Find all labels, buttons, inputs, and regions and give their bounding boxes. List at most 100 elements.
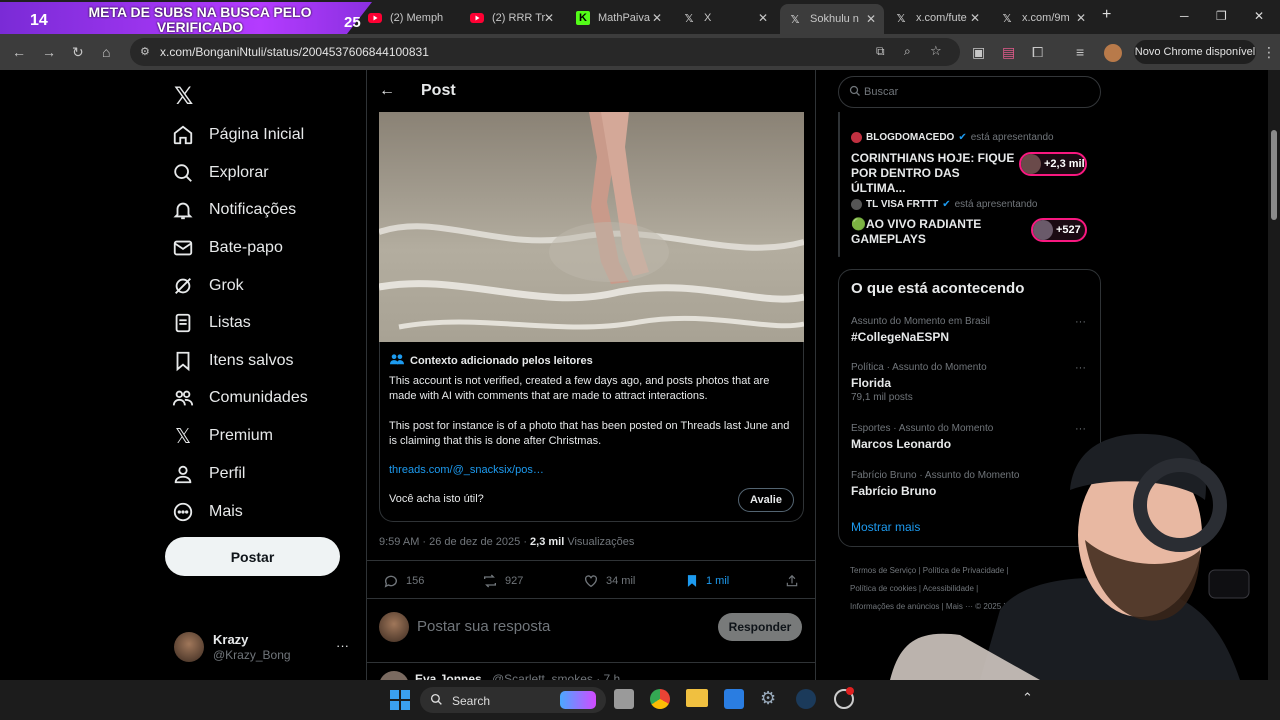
live-host: BLOGDOMACEDO ✔ está apresentando xyxy=(851,132,1054,143)
sidebar-item-label: Perfil xyxy=(209,465,246,482)
sidebar-item-explore[interactable]: Explorar xyxy=(172,156,269,190)
close-icon[interactable]: ✕ xyxy=(866,12,876,26)
bookmark-stat[interactable]: 1 mil xyxy=(685,573,729,589)
note-source-link[interactable]: threads.com/@_snacksix/pos… xyxy=(389,464,544,476)
minimize-button[interactable]: ─ xyxy=(1180,9,1189,23)
site-info-icon[interactable]: ⚙ xyxy=(140,45,150,58)
reply-button[interactable]: Responder xyxy=(718,613,802,641)
live-listeners-pill[interactable]: +2,3 mil xyxy=(1019,152,1087,176)
sidebar-item-label: Premium xyxy=(209,427,274,444)
post-timestamp: 9:59 AM · 26 de dez de 2025 · 2,3 mil Vi… xyxy=(379,536,634,548)
sidebar-item-profile[interactable]: Perfil xyxy=(172,457,245,491)
x-logo-icon[interactable]: 𝕏 xyxy=(174,82,193,111)
extension-icon[interactable]: ▤ xyxy=(1002,44,1015,61)
reply-stat[interactable]: 156 xyxy=(383,573,424,589)
close-icon[interactable]: ✕ xyxy=(1076,11,1086,25)
forward-arrow-icon[interactable]: → xyxy=(42,44,56,60)
close-icon[interactable]: ✕ xyxy=(758,11,768,25)
browser-tab[interactable]: 𝕏 X ✕ xyxy=(674,5,776,31)
extension-icon[interactable]: ▣ xyxy=(972,44,985,61)
profile-avatar[interactable] xyxy=(1104,44,1122,62)
browser-tab[interactable]: (2) RRR Tr ✕ xyxy=(462,5,562,31)
sidebar-item-more[interactable]: Mais xyxy=(172,495,243,529)
kick-icon: K xyxy=(576,11,590,25)
host-status: está apresentando xyxy=(970,132,1054,143)
more-icon[interactable]: ··· xyxy=(336,638,349,653)
live-title[interactable]: 🟢AO VIVO RADIANTE GAMEPLAYS xyxy=(851,217,1016,247)
close-icon[interactable]: ✕ xyxy=(970,11,980,25)
home-icon[interactable]: ⌂ xyxy=(102,44,110,60)
taskbar-search[interactable]: Search xyxy=(420,687,606,713)
new-tab-button[interactable]: + xyxy=(1102,6,1111,24)
live-listeners-pill[interactable]: +527 xyxy=(1031,218,1087,242)
more-icon[interactable]: ··· xyxy=(1075,316,1086,328)
back-arrow-icon[interactable]: ← xyxy=(12,44,26,60)
chrome-icon[interactable] xyxy=(650,689,670,709)
install-app-icon[interactable]: ⧉ xyxy=(876,44,885,59)
sidebar-item-messages[interactable]: Bate-papo xyxy=(172,231,283,265)
sidebar-item-label: Itens salvos xyxy=(209,352,294,369)
sidebar-item-premium[interactable]: 𝕏 Premium xyxy=(172,419,273,453)
avatar xyxy=(379,612,409,642)
post-detail-column: ← Post Contexto adicionado pelos leitore… xyxy=(366,70,816,680)
sidebar-item-label: Comunidades xyxy=(209,389,308,406)
search-input[interactable]: Buscar xyxy=(838,76,1101,108)
trends-title: O que está acontecendo xyxy=(851,280,1025,297)
repost-stat[interactable]: 927 xyxy=(482,573,523,589)
browser-tab[interactable]: (2) Memph xyxy=(360,5,460,31)
restore-button[interactable]: ❐ xyxy=(1216,9,1227,23)
task-view-icon[interactable] xyxy=(614,689,634,709)
browser-tab-active[interactable]: 𝕏 Sokhulu n ✕ xyxy=(780,4,884,34)
zoom-icon[interactable]: ⌕ xyxy=(904,44,911,59)
x-logo-icon: 𝕏 xyxy=(1002,12,1012,25)
live-title[interactable]: CORINTHIANS HOJE: FIQUE POR DENTRO DAS Ú… xyxy=(851,151,1016,196)
browser-tab[interactable]: 𝕏 x.com/fute ✕ xyxy=(886,5,988,31)
gear-icon[interactable]: ⚙ xyxy=(760,688,776,709)
reply-input[interactable]: Postar sua resposta xyxy=(417,618,550,635)
close-icon[interactable]: ✕ xyxy=(544,11,554,25)
browser-tab[interactable]: K MathPaiva ✕ xyxy=(568,5,670,31)
folder-icon[interactable] xyxy=(686,689,708,707)
sidebar-item-grok[interactable]: Grok xyxy=(172,269,244,303)
media-icon[interactable]: ≡ xyxy=(1076,44,1084,60)
puzzle-icon[interactable]: ⧠ xyxy=(1032,44,1043,61)
reload-icon[interactable]: ↻ xyxy=(72,44,84,61)
post-button[interactable]: Postar xyxy=(165,537,340,576)
window-close-button[interactable]: ✕ xyxy=(1254,9,1264,23)
star-icon[interactable]: ☆ xyxy=(930,43,942,59)
browser-tab[interactable]: 𝕏 x.com/9m ✕ xyxy=(992,5,1094,31)
steam-icon[interactable] xyxy=(796,689,816,709)
more-icon[interactable]: ··· xyxy=(1075,362,1086,374)
like-stat[interactable]: 34 mil xyxy=(583,573,635,589)
share-icon[interactable] xyxy=(785,573,806,589)
close-icon[interactable]: ✕ xyxy=(652,11,662,25)
chevron-up-icon[interactable]: ⌃ xyxy=(1022,690,1033,706)
menu-icon[interactable]: ⋮ xyxy=(1262,44,1276,61)
sidebar-item-bookmarks[interactable]: Itens salvos xyxy=(172,344,293,378)
post-image[interactable] xyxy=(379,112,804,342)
account-name: Krazy xyxy=(213,632,249,647)
tab-title: (2) Memph xyxy=(390,12,444,24)
trend-item[interactable]: Assunto do Momento em Brasil #CollegeNaE… xyxy=(839,312,1100,358)
chrome-update-button[interactable]: Novo Chrome disponível xyxy=(1134,40,1256,64)
note-header: Contexto adicionado pelos leitores xyxy=(390,352,593,370)
avatar[interactable] xyxy=(174,632,204,662)
sidebar-item-home[interactable]: Página Inicial xyxy=(172,118,304,152)
trend-item[interactable]: Política · Assunto do Momento Florida 79… xyxy=(839,358,1100,408)
back-arrow-icon[interactable]: ← xyxy=(379,82,395,100)
search-icon xyxy=(849,84,861,102)
sidebar-item-communities[interactable]: Comunidades xyxy=(172,381,308,415)
bookmark-count: 1 mil xyxy=(706,575,730,587)
tab-title: (2) RRR Tr xyxy=(492,12,546,24)
windows-start-icon[interactable] xyxy=(390,690,410,715)
scrollbar-thumb[interactable] xyxy=(1271,130,1277,220)
sidebar-item-notifications[interactable]: Notificações xyxy=(172,193,296,227)
x-logo-icon: 𝕏 xyxy=(790,13,800,26)
note-title: Contexto adicionado pelos leitores xyxy=(410,355,593,367)
rate-note-button[interactable]: Avalie xyxy=(738,488,794,512)
sidebar-item-lists[interactable]: Listas xyxy=(172,306,251,340)
sidebar-item-label: Mais xyxy=(209,503,243,520)
address-bar[interactable]: ⚙ x.com/BonganiNtuli/status/200453760684… xyxy=(130,38,960,66)
account-handle: @Krazy_Bong xyxy=(213,648,291,662)
store-icon[interactable] xyxy=(724,689,744,709)
